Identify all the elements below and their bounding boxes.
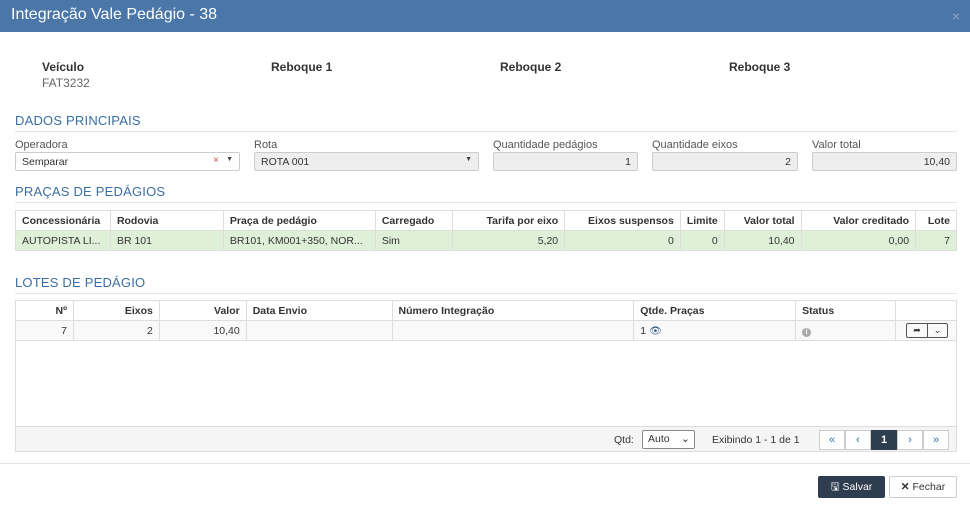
cell-status: i bbox=[795, 320, 896, 341]
cell-lote: 7 bbox=[915, 230, 957, 251]
chevron-down-icon: ⌄ bbox=[680, 433, 690, 445]
cell-tarifa: 5,20 bbox=[451, 230, 566, 251]
page-1-button[interactable]: 1 bbox=[871, 430, 897, 450]
cell-concessionaria: AUTOPISTA LI... bbox=[15, 230, 111, 251]
qtd-pedagios-field: 1 bbox=[493, 152, 638, 171]
cell-numero-integracao bbox=[391, 320, 635, 341]
trailer-3-label: Reboque 3 bbox=[729, 60, 791, 74]
col-lote[interactable]: Lote bbox=[915, 210, 957, 231]
first-page-button[interactable]: « bbox=[819, 430, 845, 450]
qtd-eixos-label: Quantidade eixos bbox=[652, 139, 738, 151]
prev-page-button[interactable]: ‹ bbox=[845, 430, 871, 450]
share-icon[interactable]: ➦ bbox=[907, 324, 927, 337]
valor-total-field: 10,40 bbox=[812, 152, 957, 171]
qtd-label: Qtd: bbox=[614, 434, 634, 446]
col-valor-creditado[interactable]: Valor creditado bbox=[800, 210, 917, 231]
col-concessionaria[interactable]: Concessionária bbox=[15, 210, 111, 231]
vehicle-plate: FAT3232 bbox=[42, 76, 90, 90]
vehicle-info: Veículo FAT3232 bbox=[42, 60, 90, 90]
save-label: Salvar bbox=[842, 481, 873, 493]
chevron-down-icon[interactable]: ⌄ bbox=[927, 324, 947, 337]
col-valor[interactable]: Valor bbox=[158, 300, 247, 321]
operadora-value: Semparar bbox=[22, 156, 69, 168]
modal-title: Integração Vale Pedágio - 38 bbox=[11, 6, 218, 23]
eye-icon[interactable]: 👁 bbox=[649, 326, 662, 337]
caret-down-icon: ▼ bbox=[226, 156, 233, 163]
col-praca[interactable]: Praça de pedágio bbox=[222, 210, 376, 231]
col-numero-integracao[interactable]: Número Integração bbox=[391, 300, 635, 321]
divider bbox=[15, 131, 957, 132]
pagination-bar: Qtd: Auto ⌄ Exibindo 1 - 1 de 1 « ‹ 1 › … bbox=[15, 426, 957, 452]
next-page-button[interactable]: › bbox=[897, 430, 923, 450]
cell-valor-creditado: 0,00 bbox=[800, 230, 917, 251]
clear-icon[interactable]: × bbox=[213, 155, 219, 166]
cell-eixos: 2 bbox=[72, 320, 160, 341]
caret-down-icon: ▼ bbox=[465, 156, 472, 163]
close-button[interactable]: ✕ Fechar bbox=[889, 476, 957, 498]
cell-carregado: Sim bbox=[374, 230, 453, 251]
trailer-3-info: Reboque 3 bbox=[729, 60, 790, 74]
close-icon[interactable]: × bbox=[952, 8, 960, 24]
section-lotes: LOTES DE PEDÁGIO bbox=[15, 275, 146, 290]
rota-value: ROTA 001 bbox=[261, 156, 310, 168]
divider bbox=[15, 293, 957, 294]
modal-header: Integração Vale Pedágio - 38 × bbox=[0, 0, 970, 32]
cell-numero: 7 bbox=[15, 320, 74, 341]
close-label: Fechar bbox=[912, 481, 946, 493]
cell-limite: 0 bbox=[679, 230, 725, 251]
qtd-eixos-field: 2 bbox=[652, 152, 798, 171]
col-data-envio[interactable]: Data Envio bbox=[245, 300, 393, 321]
trailer-1-label: Reboque 1 bbox=[271, 60, 333, 74]
qtd-pedagios-label: Quantidade pedágios bbox=[493, 139, 598, 151]
pracas-table: Concessionária Rodovia Praça de pedágio … bbox=[15, 210, 957, 251]
col-tarifa[interactable]: Tarifa por eixo bbox=[451, 210, 566, 231]
valor-total-label: Valor total bbox=[812, 139, 861, 151]
table-row[interactable]: AUTOPISTA LI... BR 101 BR101, KM001+350,… bbox=[15, 230, 957, 251]
cell-rodovia: BR 101 bbox=[109, 230, 224, 251]
operadora-select[interactable]: Semparar × ▼ bbox=[15, 152, 240, 171]
footer-divider bbox=[0, 463, 970, 464]
vehicle-label: Veículo bbox=[42, 60, 85, 74]
col-numero[interactable]: Nº bbox=[15, 300, 74, 321]
trailer-1-info: Reboque 1 bbox=[271, 60, 332, 74]
close-icon: ✕ bbox=[900, 481, 910, 493]
row-actions: ➦ ⌄ bbox=[906, 323, 948, 338]
cell-data-envio bbox=[245, 320, 393, 341]
section-pracas: PRAÇAS DE PEDÁGIOS bbox=[15, 184, 166, 199]
cell-eixos-suspensos: 0 bbox=[564, 230, 681, 251]
trailer-2-info: Reboque 2 bbox=[500, 60, 561, 74]
rota-select[interactable]: ROTA 001 ▼ bbox=[254, 152, 479, 171]
section-dados-principais: DADOS PRINCIPAIS bbox=[15, 113, 141, 128]
cell-praca: BR101, KM001+350, NOR... bbox=[222, 230, 376, 251]
records-info: Exibindo 1 - 1 de 1 bbox=[712, 434, 800, 446]
cell-acoes: ➦ ⌄ bbox=[894, 320, 958, 341]
save-icon: 🖫 bbox=[830, 481, 840, 493]
table-header-row: Nº Eixos Valor Data Envio Número Integra… bbox=[15, 300, 958, 321]
col-status[interactable]: Status bbox=[795, 300, 896, 321]
info-icon[interactable]: i bbox=[802, 327, 812, 337]
col-carregado[interactable]: Carregado bbox=[374, 210, 453, 231]
page-size-value: Auto bbox=[648, 433, 670, 445]
qtde-pracas-value: 1 bbox=[640, 324, 647, 337]
cell-qtde-pracas: 1 👁 bbox=[633, 320, 797, 341]
page-size-select[interactable]: Auto ⌄ bbox=[642, 430, 695, 449]
col-limite[interactable]: Limite bbox=[679, 210, 725, 231]
col-eixos-suspensos[interactable]: Eixos suspensos bbox=[564, 210, 681, 231]
rota-label: Rota bbox=[254, 139, 278, 151]
col-valor-total[interactable]: Valor total bbox=[723, 210, 802, 231]
col-eixos[interactable]: Eixos bbox=[72, 300, 160, 321]
save-button[interactable]: 🖫 Salvar bbox=[818, 476, 885, 498]
last-page-button[interactable]: » bbox=[923, 430, 949, 450]
operadora-label: Operadora bbox=[15, 139, 68, 151]
cell-valor-total: 10,40 bbox=[723, 230, 802, 251]
table-header-row: Concessionária Rodovia Praça de pedágio … bbox=[15, 210, 957, 231]
cell-valor: 10,40 bbox=[158, 320, 247, 341]
divider bbox=[15, 202, 957, 203]
table-row[interactable]: 7 2 10,40 1 👁 i ➦ ⌄ bbox=[15, 320, 958, 341]
col-acoes bbox=[894, 300, 958, 321]
lotes-table: Nº Eixos Valor Data Envio Número Integra… bbox=[15, 300, 958, 341]
trailer-2-label: Reboque 2 bbox=[500, 60, 562, 74]
col-qtde-pracas[interactable]: Qtde. Praças bbox=[633, 300, 797, 321]
col-rodovia[interactable]: Rodovia bbox=[109, 210, 224, 231]
